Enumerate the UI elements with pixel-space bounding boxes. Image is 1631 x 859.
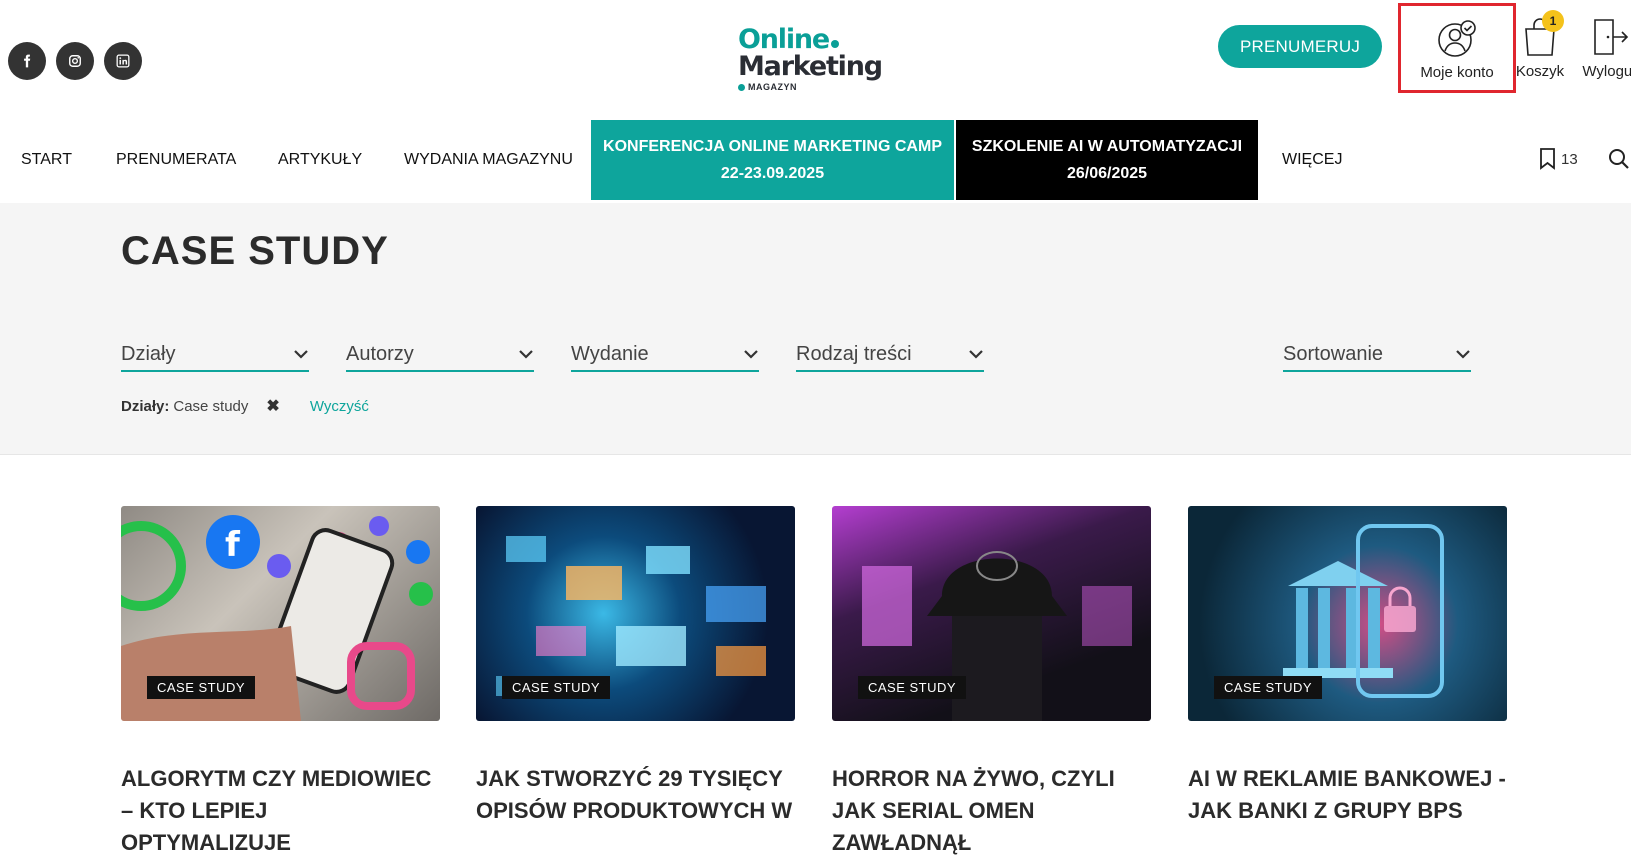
bookmarks-button[interactable]: 13: [1539, 148, 1578, 170]
active-filter-label: Działy:: [121, 397, 170, 415]
article-image[interactable]: f CASE STUDY: [121, 506, 440, 721]
filter-label: Autorzy: [346, 342, 414, 365]
cart-button[interactable]: 1 Koszyk: [1512, 10, 1568, 80]
article-title[interactable]: AI W REKLAMIE BANKOWEJ - JAK BANKI Z GRU…: [1188, 763, 1507, 827]
my-account-label: Moje konto: [1420, 64, 1494, 81]
instagram-icon[interactable]: [56, 42, 94, 80]
filter-dropdown-autorzy[interactable]: Autorzy: [346, 338, 534, 372]
article-card[interactable]: CASE STUDY HORROR NA ŻYWO, CZYLI JAK SER…: [832, 506, 1151, 859]
linkedin-icon[interactable]: [104, 42, 142, 80]
active-filter-value: Case study: [173, 397, 249, 415]
promo-training-date: 26/06/2025: [1066, 165, 1148, 182]
filter-dropdown-rodzaj-tresci[interactable]: Rodzaj treści: [796, 338, 984, 372]
remove-filter-icon[interactable]: ✖: [266, 396, 279, 416]
logout-door-icon: [1594, 19, 1629, 55]
promo-conference-title: KONFERENCJA ONLINE MARKETING CAMP: [603, 138, 942, 155]
active-filters: Działy: Case study ✖ Wyczyść: [121, 396, 369, 416]
category-tag: CASE STUDY: [147, 676, 256, 699]
chevron-down-icon: [969, 350, 983, 359]
search-icon: [1609, 149, 1629, 169]
site-header: Online Marketing MAGAZYN PRENUMERUJ Moje…: [0, 0, 1631, 120]
my-account-button[interactable]: Moje konto: [1398, 3, 1516, 93]
clear-filters-link[interactable]: Wyczyść: [310, 398, 369, 415]
facebook-icon[interactable]: [8, 42, 46, 80]
article-card[interactable]: CASE STUDY JAK STWORZYĆ 29 TYSIĘCY OPISÓ…: [476, 506, 795, 827]
logout-label: Wyloguj: [1582, 63, 1631, 80]
filter-dropdown-wydanie[interactable]: Wydanie: [571, 338, 759, 372]
promo-training-title: SZKOLENIE AI W AUTOMATYZACJI: [971, 138, 1243, 155]
search-button[interactable]: [1608, 148, 1630, 175]
article-title[interactable]: HORROR NA ŻYWO, CZYLI JAK SERIAL OMEN ZA…: [832, 763, 1151, 859]
article-title[interactable]: ALGORYTM CZY MEDIOWIEC – KTO LEPIEJ OPTY…: [121, 763, 440, 859]
logo-line2: Marketing: [738, 51, 883, 82]
filter-panel: CASE STUDY Działy Autorzy Wydanie Rodzaj…: [0, 203, 1631, 455]
nav-item-wydania[interactable]: WYDANIA MAGAZYNU: [404, 120, 573, 200]
logout-button[interactable]: Wyloguj: [1574, 17, 1631, 80]
nav-item-prenumerata[interactable]: PRENUMERATA: [116, 120, 236, 200]
cart-label: Koszyk: [1515, 63, 1565, 80]
filter-label: Rodzaj treści: [796, 342, 912, 365]
bookmark-icon: [1540, 148, 1555, 170]
article-image[interactable]: CASE STUDY: [476, 506, 795, 721]
logo-line3: MAGAZYN: [748, 82, 797, 92]
nav-promo-conference[interactable]: KONFERENCJA ONLINE MARKETING CAMP 22-23.…: [591, 120, 954, 200]
main-nav: START PRENUMERATA ARTYKUŁY WYDANIA MAGAZ…: [0, 120, 1631, 203]
user-check-icon: [1438, 20, 1476, 57]
chevron-down-icon: [1456, 350, 1470, 359]
chevron-down-icon: [744, 350, 758, 359]
sort-label: Sortowanie: [1283, 342, 1384, 365]
cart-count-badge: 1: [1542, 10, 1564, 32]
social-links: [8, 42, 142, 80]
filter-dropdown-dzialy[interactable]: Działy: [121, 338, 309, 372]
article-title[interactable]: JAK STWORZYĆ 29 TYSIĘCY OPISÓW PRODUKTOW…: [476, 763, 795, 827]
nav-promo-training[interactable]: SZKOLENIE AI W AUTOMATYZACJI 26/06/2025: [956, 120, 1258, 200]
site-logo[interactable]: Online Marketing MAGAZYN: [738, 26, 893, 92]
chevron-down-icon: [519, 350, 533, 359]
nav-item-start[interactable]: START: [21, 120, 72, 200]
article-card[interactable]: f CASE STUDY ALGORYTM CZY MEDIOWIEC – KT…: [121, 506, 440, 859]
nav-item-more[interactable]: WIĘCEJ: [1282, 120, 1342, 200]
category-tag: CASE STUDY: [502, 676, 611, 699]
category-tag: CASE STUDY: [1214, 676, 1323, 699]
filter-label: Działy: [121, 342, 176, 365]
page-title: CASE STUDY: [121, 229, 389, 273]
sort-dropdown[interactable]: Sortowanie: [1283, 338, 1471, 372]
bookmarks-count: 13: [1561, 150, 1578, 168]
promo-conference-date: 22-23.09.2025: [720, 165, 825, 182]
svg-text:f: f: [225, 525, 241, 565]
article-card[interactable]: CASE STUDY AI W REKLAMIE BANKOWEJ - JAK …: [1188, 506, 1507, 827]
category-tag: CASE STUDY: [858, 676, 967, 699]
nav-item-artykuly[interactable]: ARTYKUŁY: [278, 120, 362, 200]
logo-dot: [831, 40, 840, 48]
subscribe-button[interactable]: PRENUMERUJ: [1218, 25, 1382, 68]
logo-dot-small: [738, 83, 745, 91]
filter-label: Wydanie: [571, 342, 649, 365]
chevron-down-icon: [294, 350, 308, 359]
article-image[interactable]: CASE STUDY: [1188, 506, 1507, 721]
article-image[interactable]: CASE STUDY: [832, 506, 1151, 721]
